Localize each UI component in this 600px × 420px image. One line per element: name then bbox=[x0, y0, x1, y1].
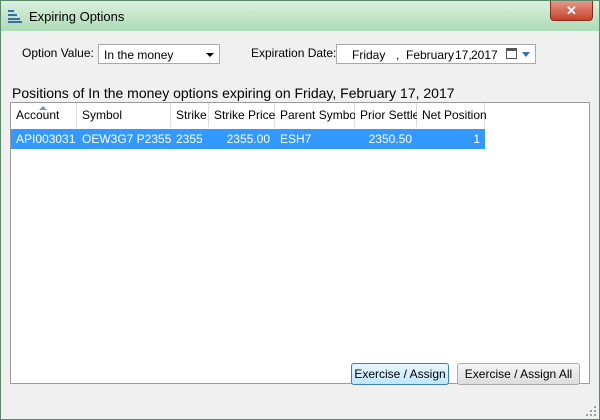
expiring-options-window: Expiring Options ✕ Option Value: In the … bbox=[0, 0, 600, 420]
column-header-account[interactable]: Account bbox=[11, 103, 77, 127]
column-header-parent-symbol[interactable]: Parent Symbol bbox=[275, 103, 359, 127]
positions-table[interactable]: Account Symbol Strike Strike Price Paren… bbox=[10, 102, 590, 384]
chevron-down-icon bbox=[206, 53, 214, 57]
column-header-prior-settle[interactable]: Prior Settle bbox=[355, 103, 419, 127]
column-header-net-position[interactable]: Net Position bbox=[417, 103, 487, 127]
close-button[interactable]: ✕ bbox=[550, 1, 593, 21]
calendar-dropdown-icon[interactable] bbox=[522, 52, 530, 57]
column-header-strike[interactable]: Strike bbox=[171, 103, 209, 127]
app-bars-icon bbox=[8, 9, 24, 23]
date-separator: , bbox=[396, 48, 400, 62]
dialog-body: Option Value: In the money Expiration Da… bbox=[9, 31, 593, 413]
close-icon: ✕ bbox=[566, 3, 577, 18]
option-value-selected: In the money bbox=[104, 48, 174, 62]
expiration-date-label: Expiration Date: bbox=[251, 46, 337, 60]
cell-strike-price: 2355.00 bbox=[226, 132, 270, 146]
cell-symbol: OEW3G7 P2355 bbox=[82, 132, 172, 146]
date-month[interactable]: February bbox=[406, 48, 454, 62]
calendar-icon[interactable] bbox=[506, 48, 517, 59]
column-header-strike-price[interactable]: Strike Price bbox=[209, 103, 275, 127]
cell-parent-symbol: ESH7 bbox=[280, 132, 312, 146]
table-row[interactable]: API003031 OEW3G7 P2355 2355 2355.00 ESH7… bbox=[11, 129, 485, 149]
cell-account: API003031 bbox=[16, 132, 76, 146]
resize-grip-icon[interactable] bbox=[585, 405, 597, 417]
option-value-dropdown[interactable]: In the money bbox=[98, 44, 220, 64]
date-year[interactable]: 2017 bbox=[471, 48, 498, 62]
window-title: Expiring Options bbox=[29, 9, 125, 24]
exercise-assign-button[interactable]: Exercise / Assign bbox=[351, 363, 449, 385]
sort-ascending-icon bbox=[39, 106, 47, 110]
title-bar[interactable]: Expiring Options ✕ bbox=[1, 1, 599, 31]
date-daynum[interactable]: 17, bbox=[455, 48, 472, 62]
date-day[interactable]: Friday bbox=[352, 48, 385, 62]
cell-prior-settle: 2350.50 bbox=[368, 132, 412, 146]
option-value-label: Option Value: bbox=[22, 46, 94, 60]
cell-net-position: 1 bbox=[473, 132, 480, 146]
cell-strike: 2355 bbox=[176, 132, 203, 146]
exercise-assign-all-button[interactable]: Exercise / Assign All bbox=[457, 363, 580, 385]
expiration-date-picker[interactable]: Friday , February 17, 2017 bbox=[336, 44, 536, 64]
column-header-symbol[interactable]: Symbol bbox=[77, 103, 171, 127]
positions-heading: Positions of In the money options expiri… bbox=[12, 85, 455, 101]
